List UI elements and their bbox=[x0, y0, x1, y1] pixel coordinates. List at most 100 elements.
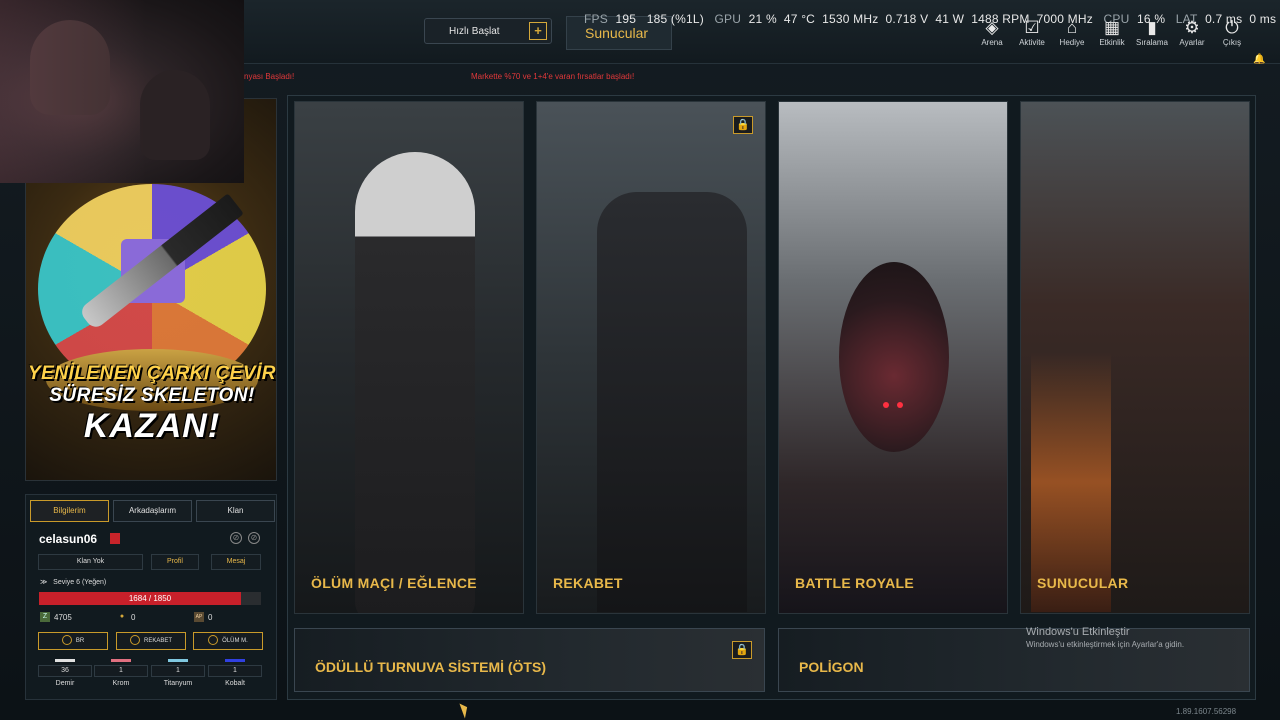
metal-value: 1 bbox=[208, 665, 262, 677]
mode-label: REKABET bbox=[143, 638, 172, 644]
lat-value-2: 0 ms bbox=[1249, 12, 1277, 26]
metal-color-bar bbox=[168, 659, 188, 662]
watermark-subtitle: Windows'u etkinleştirmek için Ayarlar'a … bbox=[1026, 640, 1185, 649]
nav-label: Sıralama bbox=[1135, 38, 1168, 47]
metal-color-bar bbox=[55, 659, 75, 662]
fps-low-value: 185 (%1L) bbox=[646, 12, 704, 26]
spider-eye bbox=[897, 402, 903, 408]
webcam-overlay bbox=[0, 0, 244, 183]
clan-status: Klan Yok bbox=[38, 554, 143, 570]
blocked-icon[interactable]: ⊘ bbox=[230, 532, 242, 544]
profile-panel: Bilgilerim Arkadaşlarım Klan celasun06 ⊘… bbox=[25, 494, 277, 700]
promo-line-1: YENİLENEN ÇARKI ÇEVİR bbox=[27, 363, 277, 384]
ticker-center: Markette %70 ve 1+4'e varan fırsatlar ba… bbox=[471, 72, 635, 81]
metal-chrome: 1 Krom bbox=[94, 659, 148, 687]
metal-value: 1 bbox=[151, 665, 205, 677]
character-art bbox=[597, 192, 747, 612]
spider-art bbox=[839, 262, 949, 452]
xp-text: 1684 / 1850 bbox=[128, 594, 172, 603]
br-icon bbox=[61, 635, 72, 646]
nav-settings[interactable]: ⚙ Ayarlar bbox=[1172, 18, 1212, 47]
nav-exit[interactable]: ⏻ Çıkış bbox=[1212, 18, 1252, 47]
nav-ranking[interactable]: ▮ Sıralama bbox=[1132, 18, 1172, 47]
ranking-icon: ▮ bbox=[1147, 18, 1157, 37]
gpu-clock: 1530 MHz bbox=[822, 12, 879, 26]
promo-line-2: SÜRESİZ SKELETON! bbox=[49, 385, 255, 406]
mode-card-servers[interactable]: SUNUCULAR bbox=[1020, 101, 1250, 614]
xp-bar: 1684 / 1850 bbox=[39, 592, 261, 605]
gpu-power: 41 W bbox=[935, 12, 965, 26]
nav-arena[interactable]: ◈ Arena bbox=[972, 18, 1012, 47]
mode-competitive-button[interactable]: REKABET bbox=[116, 632, 186, 650]
level-label: Seviye 6 (Yeğen) bbox=[53, 579, 107, 586]
message-button[interactable]: Mesaj bbox=[211, 554, 261, 570]
quick-start-label: Hızlı Başlat bbox=[449, 25, 500, 37]
mode-label: ÖLÜM M. bbox=[222, 638, 248, 644]
competitive-icon bbox=[129, 635, 140, 646]
metal-name: Titanyum bbox=[163, 680, 193, 687]
mode-card-tournament[interactable]: ÖDÜLLÜ TURNUVA SİSTEMİ (ÖTS) 🔒 bbox=[294, 628, 765, 692]
mode-card-competitive[interactable]: 🔒 REKABET bbox=[536, 101, 766, 614]
metal-iron: 36 Demir bbox=[38, 659, 92, 687]
mode-card-deathmatch[interactable]: ÖLÜM MAÇI / EĞLENCE bbox=[294, 101, 524, 614]
tab-friends[interactable]: Arkadaşlarım bbox=[113, 500, 192, 522]
webcam-tint bbox=[0, 0, 244, 183]
nav-activity[interactable]: ☑ Aktivite bbox=[1012, 18, 1052, 47]
lock-icon: 🔒 bbox=[732, 641, 752, 659]
profile-button[interactable]: Profil bbox=[151, 554, 199, 570]
currency-gold: ● 0 bbox=[117, 612, 136, 622]
z-coin-icon: Z bbox=[40, 612, 50, 622]
power-icon: ⏻ bbox=[1225, 18, 1239, 37]
nav-events[interactable]: ▦ Etkinlik bbox=[1092, 18, 1132, 47]
windows-activation-watermark: Windows'u Etkinleştir Windows'u etkinleş… bbox=[1026, 626, 1184, 649]
profile-tabs: Bilgilerim Arkadaşlarım Klan bbox=[30, 500, 275, 522]
gpu-temp: 47 °C bbox=[783, 12, 816, 26]
nav-gift[interactable]: ⌂ Hediye bbox=[1052, 18, 1092, 47]
nav-label: Etkinlik bbox=[1099, 38, 1125, 47]
blocked-icon[interactable]: ⊘ bbox=[248, 532, 260, 544]
currency-value: 0 bbox=[208, 612, 213, 622]
top-nav: ◈ Arena ☑ Aktivite ⌂ Hediye ▦ Etkinlik ▮… bbox=[972, 18, 1252, 47]
level-row: ≫ Seviye 6 (Yeğen) bbox=[40, 578, 106, 586]
metal-name: Kobalt bbox=[225, 680, 245, 687]
tab-my-info[interactable]: Bilgilerim bbox=[30, 500, 109, 522]
username: celasun06 bbox=[39, 532, 98, 546]
spider-eye bbox=[883, 402, 889, 408]
ap-icon: AP bbox=[194, 612, 204, 622]
calendar-icon: ▦ bbox=[1103, 18, 1121, 37]
currency-value: 0 bbox=[131, 612, 136, 622]
currency-value: 4705 bbox=[54, 612, 72, 622]
character-art bbox=[355, 152, 475, 613]
tab-clan[interactable]: Klan bbox=[196, 500, 275, 522]
mode-deathmatch-button[interactable]: ÖLÜM M. bbox=[193, 632, 263, 650]
game-lobby: Hızlı Başlat + Sunucular FPS 195 185 (%1… bbox=[0, 0, 1280, 720]
arena-icon: ◈ bbox=[985, 18, 999, 37]
notification-bell-icon[interactable]: 🔔 bbox=[1253, 54, 1265, 65]
metal-cobalt: 1 Kobalt bbox=[208, 659, 262, 687]
nav-label: Aktivite bbox=[1019, 38, 1045, 47]
mode-card-label: REKABET bbox=[553, 575, 623, 591]
nav-label: Hediye bbox=[1059, 38, 1085, 47]
metal-name: Krom bbox=[112, 680, 130, 687]
gold-coin-icon: ● bbox=[119, 613, 125, 620]
fps-label: FPS bbox=[584, 12, 608, 26]
rank-icon: ≫ bbox=[40, 579, 48, 586]
flag-icon bbox=[110, 533, 120, 544]
gpu-voltage: 0.718 V bbox=[885, 12, 929, 26]
mode-card-battle-royale[interactable]: BATTLE ROYALE bbox=[778, 101, 1008, 614]
currency-ap: AP 0 bbox=[194, 612, 212, 622]
quick-start-button[interactable]: Hızlı Başlat + bbox=[424, 18, 552, 44]
plus-icon[interactable]: + bbox=[529, 22, 547, 40]
mouse-cursor bbox=[459, 701, 471, 719]
promo-text: YENİLENEN ÇARKI ÇEVİR SÜRESİZ SKELETON! … bbox=[26, 361, 277, 445]
mode-card-label: BATTLE ROYALE bbox=[795, 575, 915, 591]
nav-label: Çıkış bbox=[1222, 38, 1242, 47]
metal-color-bar bbox=[225, 659, 245, 662]
nav-label: Arena bbox=[981, 38, 1003, 47]
gpu-load: 21 % bbox=[748, 12, 777, 26]
mode-label: BR bbox=[75, 638, 85, 644]
gear-icon: ⚙ bbox=[1184, 18, 1200, 37]
profile-status-icons: ⊘ ⊘ bbox=[230, 532, 260, 544]
mode-br-button[interactable]: BR bbox=[38, 632, 108, 650]
metal-value: 36 bbox=[38, 665, 92, 677]
